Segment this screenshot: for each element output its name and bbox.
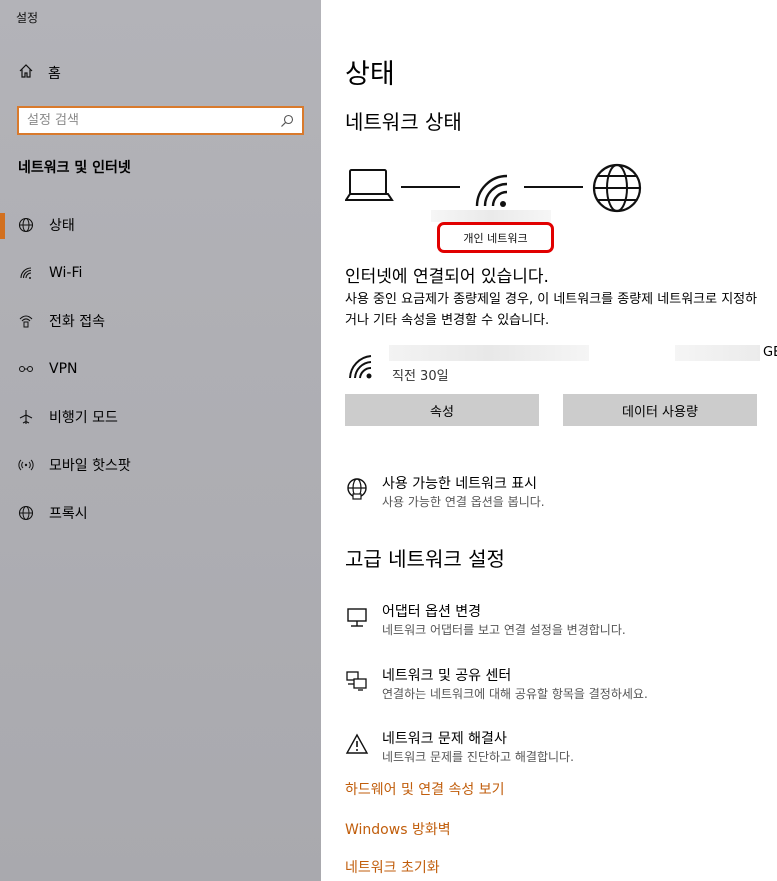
- sidebar-item-proxy[interactable]: 프록시: [0, 493, 321, 533]
- adapter-subtitle: 네트워크 어댑터를 보고 연결 설정을 변경합니다.: [382, 623, 626, 637]
- search-input[interactable]: [27, 113, 276, 128]
- troubleshooter-title: 네트워크 문제 해결사: [382, 731, 507, 747]
- adapter-options-link[interactable]: 어댑터 옵션 변경 네트워크 어댑터를 보고 연결 설정을 변경합니다.: [345, 601, 765, 641]
- vpn-icon: [17, 360, 35, 378]
- sidebar-item-status[interactable]: 상태: [0, 205, 321, 245]
- wifi-icon: [349, 355, 372, 379]
- network-type-label: 개인 네트워크: [437, 222, 554, 253]
- globe-icon: [17, 504, 35, 522]
- windows-firewall-link[interactable]: Windows 방화벽: [345, 819, 451, 839]
- sidebar-item-hotspot[interactable]: 모바일 핫스팟: [0, 445, 321, 485]
- window-title: 설정: [16, 11, 39, 25]
- redacted-usage-value: [675, 345, 760, 361]
- sidebar-item-label: 전화 접속: [49, 314, 105, 330]
- wifi-usage-row: GB 직전 30일: [345, 340, 777, 386]
- network-status-title: 네트워크 상태: [345, 110, 462, 134]
- globe-network-icon: [347, 478, 367, 500]
- adapter-title: 어댑터 옵션 변경: [382, 604, 482, 620]
- sidebar-item-label: 프록시: [49, 506, 88, 522]
- wifi-icon: [475, 174, 508, 207]
- adapter-icon: [347, 608, 367, 627]
- sidebar: 설정 홈 네트워크 및 인터넷 상태 Wi-Fi 전화 접속: [0, 0, 321, 881]
- usage-period: 직전 30일: [392, 369, 449, 384]
- sharing-center-link[interactable]: 네트워크 및 공유 센터 연결하는 네트워크에 대해 공유할 항목을 결정하세요…: [345, 665, 765, 705]
- sidebar-section-title: 네트워크 및 인터넷: [18, 160, 131, 176]
- laptop-icon: [344, 169, 394, 201]
- sidebar-item-dialup[interactable]: 전화 접속: [0, 301, 321, 341]
- sharing-center-icon: [346, 671, 367, 691]
- troubleshooter-link[interactable]: 네트워크 문제 해결사 네트워크 문제를 진단하고 해결합니다.: [345, 728, 765, 768]
- properties-button[interactable]: 속성: [345, 394, 539, 426]
- show-networks-link[interactable]: 사용 가능한 네트워크 표시 사용 가능한 연결 옵션을 봅니다.: [345, 473, 765, 513]
- airplane-icon: [17, 408, 35, 426]
- sharing-center-title: 네트워크 및 공유 센터: [382, 668, 512, 684]
- redacted-region: [431, 210, 551, 222]
- hardware-properties-link[interactable]: 하드웨어 및 연결 속성 보기: [345, 779, 504, 799]
- network-reset-link[interactable]: 네트워크 초기화: [345, 857, 440, 877]
- sidebar-item-label: Wi-Fi: [49, 265, 83, 281]
- warning-icon: [345, 733, 369, 754]
- usage-unit: GB: [763, 345, 777, 360]
- show-networks-title: 사용 가능한 네트워크 표시: [382, 476, 538, 492]
- metered-description: 사용 중인 요금제가 종량제일 경우, 이 네트워크를 종량제 네트워크로 지정…: [345, 292, 758, 328]
- show-networks-subtitle: 사용 가능한 연결 옵션을 봅니다.: [382, 495, 545, 509]
- home-nav-item[interactable]: 홈: [18, 62, 61, 84]
- page-title: 상태: [345, 59, 395, 90]
- advanced-settings-title: 고급 네트워크 설정: [345, 547, 505, 571]
- wifi-icon: [17, 264, 35, 282]
- sidebar-item-label: 비행기 모드: [49, 410, 118, 426]
- sharing-center-subtitle: 연결하는 네트워크에 대해 공유할 항목을 결정하세요.: [382, 687, 648, 701]
- sidebar-item-wifi[interactable]: Wi-Fi: [0, 253, 321, 293]
- dialup-icon: [17, 312, 35, 330]
- home-icon: [18, 63, 34, 83]
- search-icon[interactable]: [276, 110, 298, 132]
- sidebar-item-label: 모바일 핫스팟: [49, 458, 131, 474]
- redacted-network-name: [389, 345, 589, 361]
- main-content: 상태 네트워크 상태 개인 네트워크 인터넷에 연결되어 있습니다. 사용 중인…: [321, 0, 777, 881]
- data-usage-button[interactable]: 데이터 사용량: [563, 394, 757, 426]
- sidebar-item-label: VPN: [49, 361, 78, 377]
- sidebar-item-airplane[interactable]: 비행기 모드: [0, 397, 321, 437]
- hotspot-icon: [17, 456, 35, 474]
- connection-status: 인터넷에 연결되어 있습니다.: [345, 267, 549, 287]
- globe-icon: [17, 216, 35, 234]
- globe-icon: [592, 163, 642, 213]
- troubleshooter-subtitle: 네트워크 문제를 진단하고 해결합니다.: [382, 750, 574, 764]
- sidebar-item-vpn[interactable]: VPN: [0, 349, 321, 389]
- search-box[interactable]: [17, 106, 304, 135]
- sidebar-item-label: 상태: [49, 218, 75, 234]
- home-label: 홈: [48, 66, 61, 82]
